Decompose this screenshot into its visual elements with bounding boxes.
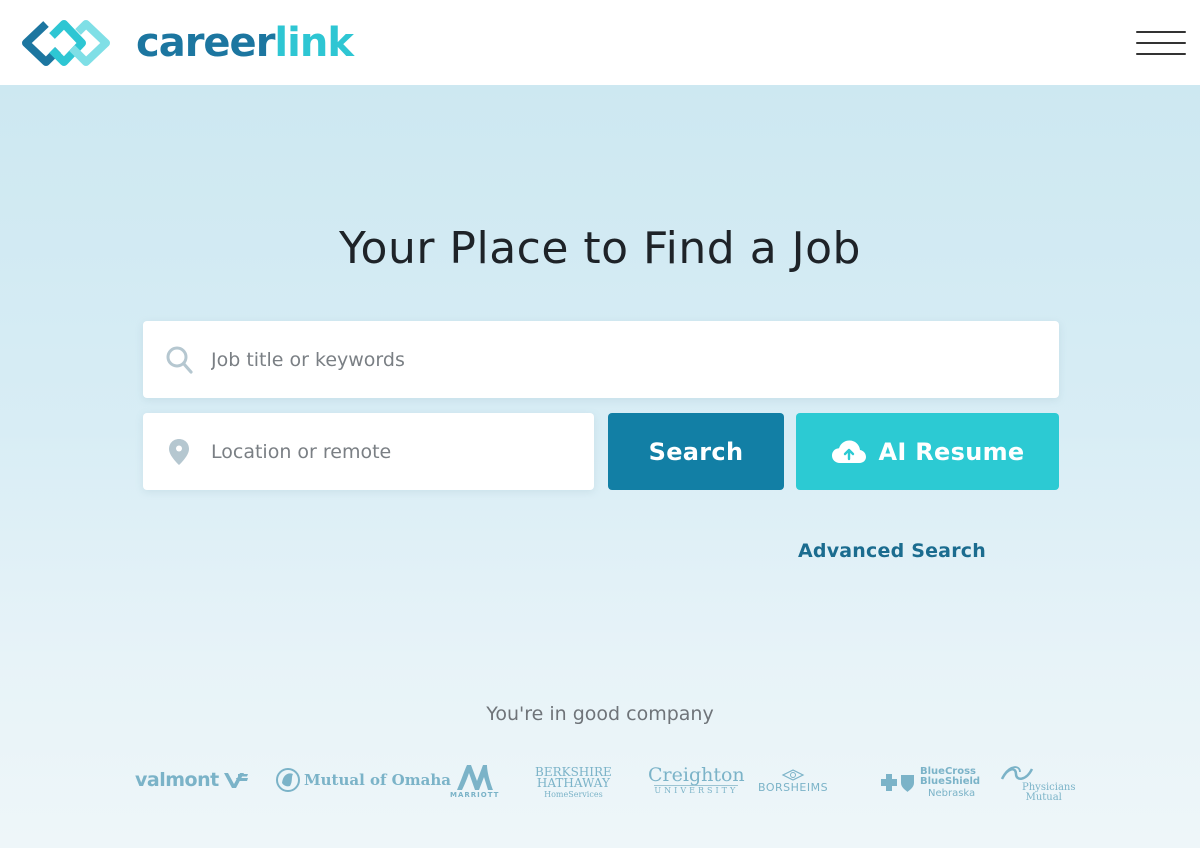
keyword-search-field[interactable] — [143, 321, 1059, 398]
berkshire-hathaway-logo: BERKSHIRE HATHAWAY HomeServices — [535, 766, 612, 800]
bcbs-line2: BlueShield — [920, 776, 981, 787]
search-icon — [166, 346, 193, 374]
location-pin-icon — [169, 438, 189, 465]
marriott-logo: MARRIOTT — [450, 763, 499, 799]
diamond-icon — [781, 769, 805, 781]
site-header: careerlink — [0, 0, 1200, 85]
marriott-logo-text: MARRIOTT — [450, 791, 500, 799]
physicians-mutual-swirl-icon — [1000, 766, 1034, 780]
bcbs-line3: Nebraska — [928, 788, 976, 799]
creighton-logo: Creighton UNIVERSITY — [648, 765, 745, 795]
cloud-upload-icon — [831, 440, 866, 463]
lion-head-icon — [276, 768, 300, 792]
creighton-line1: Creighton — [648, 764, 745, 786]
menu-line — [1136, 30, 1186, 33]
chain-link-logo-icon — [22, 19, 110, 66]
menu-line — [1136, 52, 1186, 55]
location-input[interactable] — [211, 413, 594, 490]
borsheims-logo-text: BORSHEIMS — [758, 781, 829, 794]
page-title: Your Place to Find a Job — [339, 223, 861, 274]
valmont-logo-text: valmont — [135, 769, 219, 791]
ai-resume-button-label: AI Resume — [878, 437, 1025, 466]
location-search-field[interactable] — [143, 413, 594, 490]
menu-line — [1136, 41, 1186, 44]
hero-section: Your Place to Find a Job Search AI Resum… — [0, 85, 1200, 848]
creighton-line2: UNIVERSITY — [654, 785, 739, 795]
bcbs-nebraska-logo: BlueCross BlueShield Nebraska — [880, 767, 980, 799]
physicians-line2: Mutual — [1025, 792, 1062, 803]
brand-name-part1: career — [136, 19, 275, 66]
search-button[interactable]: Search — [608, 413, 784, 490]
physicians-mutual-logo: Physicians Mutual — [1000, 765, 1075, 803]
brand-name-part2: link — [274, 19, 353, 66]
berkshire-line3: HomeServices — [544, 790, 603, 799]
brand-name: careerlink — [136, 19, 354, 66]
hamburger-menu-icon[interactable] — [1136, 30, 1186, 55]
keyword-input[interactable] — [211, 321, 1059, 398]
borsheims-logo: BORSHEIMS — [758, 769, 828, 794]
advanced-search-link[interactable]: Advanced Search — [798, 540, 986, 562]
marriott-m-icon — [456, 765, 493, 790]
mutual-of-omaha-logo-text: Mutual of Omaha — [304, 771, 451, 789]
search-button-label: Search — [648, 437, 744, 466]
berkshire-line2: HATHAWAY — [536, 776, 610, 790]
mutual-of-omaha-logo: Mutual of Omaha — [276, 767, 451, 793]
valmont-v-icon — [223, 773, 248, 788]
company-logos-row: valmont Mutual of Omaha MARRIOTT BERKSHI… — [0, 755, 1200, 815]
ai-resume-button[interactable]: AI Resume — [796, 413, 1059, 490]
careerlink-logo[interactable]: careerlink — [16, 18, 354, 68]
cross-shield-icon — [881, 774, 914, 792]
bcbs-text-block: BlueCross BlueShield Nebraska — [920, 767, 980, 799]
valmont-logo: valmont — [135, 769, 249, 791]
good-company-heading: You're in good company — [486, 703, 714, 725]
